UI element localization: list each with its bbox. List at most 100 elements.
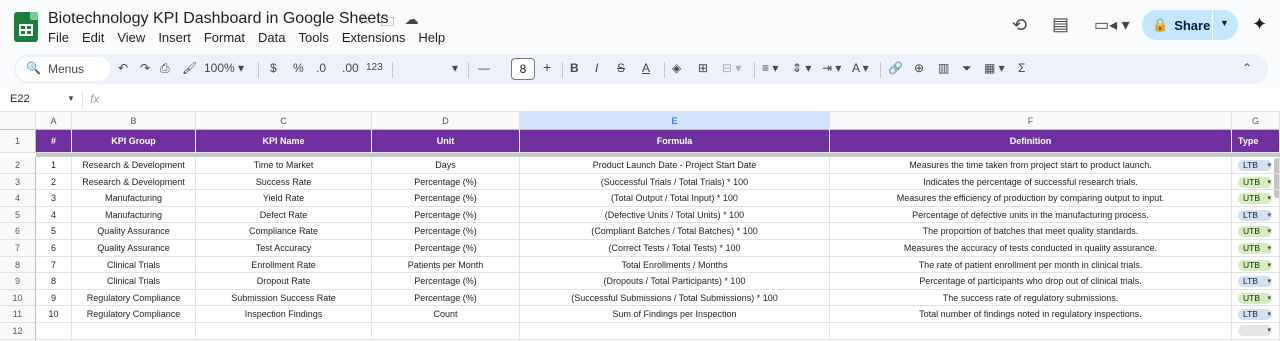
- cell-d4[interactable]: Percentage (%): [372, 190, 520, 207]
- cell-g10[interactable]: UTB: [1232, 289, 1280, 307]
- menu-insert[interactable]: Insert: [158, 30, 197, 45]
- cell-c2[interactable]: Time to Market: [196, 157, 372, 174]
- cell-f7[interactable]: Measures the accuracy of tests conducted…: [830, 240, 1232, 257]
- cell-a3[interactable]: 2: [36, 173, 72, 191]
- row-header-8[interactable]: 8: [0, 256, 36, 274]
- share-button[interactable]: 🔒 Share ▼: [1142, 10, 1238, 40]
- row-header-1[interactable]: 1: [0, 130, 36, 153]
- cell-d6[interactable]: Percentage (%): [372, 223, 520, 240]
- cell-g6[interactable]: UTB: [1232, 223, 1280, 240]
- cell-d7[interactable]: Percentage (%): [372, 240, 520, 257]
- type-dropdown-chip[interactable]: LTB: [1238, 309, 1272, 321]
- paint-format-icon[interactable]: 🖌: [182, 61, 197, 75]
- cell-e8[interactable]: Total Enrollments / Months: [520, 256, 830, 274]
- name-box[interactable]: E22: [10, 93, 30, 105]
- column-header-b[interactable]: B: [72, 112, 196, 130]
- cell-e5[interactable]: (Defective Units / Total Units) * 100: [520, 206, 830, 224]
- menu-edit[interactable]: Edit: [82, 30, 110, 45]
- cell-c7[interactable]: Test Accuracy: [196, 240, 372, 257]
- insert-comment-icon[interactable]: ⊕: [914, 61, 924, 75]
- insert-link-icon[interactable]: 🔗: [888, 61, 903, 75]
- header-cell-g[interactable]: Type: [1232, 130, 1280, 153]
- menu-extensions[interactable]: Extensions: [342, 30, 412, 45]
- cell-c10[interactable]: Submission Success Rate: [196, 289, 372, 307]
- cell-f8[interactable]: The rate of patient enrollment per month…: [830, 256, 1232, 274]
- cell-e4[interactable]: (Total Output / Total Input) * 100: [520, 190, 830, 207]
- column-header-c[interactable]: C: [196, 112, 372, 130]
- header-cell-c[interactable]: KPI Name: [196, 130, 372, 153]
- cell-g2[interactable]: LTB: [1232, 157, 1280, 174]
- vertical-align-icon[interactable]: ⇕ ▾: [792, 61, 811, 75]
- percent-format-button[interactable]: %: [293, 61, 304, 75]
- cell-d8[interactable]: Patients per Month: [372, 256, 520, 274]
- cell-c4[interactable]: Yield Rate: [196, 190, 372, 207]
- row-header-5[interactable]: 5: [0, 206, 36, 224]
- cell-e10[interactable]: (Successful Submissions / Total Submissi…: [520, 289, 830, 307]
- increase-decimal-button[interactable]: .00: [342, 61, 359, 75]
- cell-e12[interactable]: [520, 323, 830, 340]
- cell-b11[interactable]: Regulatory Compliance: [72, 306, 196, 323]
- filter-icon[interactable]: ⏷: [962, 61, 972, 76]
- cell-a8[interactable]: 7: [36, 256, 72, 274]
- cell-d2[interactable]: Days: [372, 157, 520, 174]
- cell-f3[interactable]: Indicates the percentage of successful r…: [830, 173, 1232, 191]
- cell-d10[interactable]: Percentage (%): [372, 289, 520, 307]
- cell-a12[interactable]: [36, 323, 72, 340]
- cell-d9[interactable]: Percentage (%): [372, 273, 520, 290]
- fill-color-icon[interactable]: ◈: [672, 61, 681, 75]
- type-dropdown-chip[interactable]: UTB: [1238, 193, 1272, 205]
- cell-d12[interactable]: [372, 323, 520, 340]
- header-cell-f[interactable]: Definition: [830, 130, 1232, 153]
- print-icon[interactable]: ⎙: [160, 61, 170, 76]
- header-cell-e[interactable]: Formula: [520, 130, 830, 153]
- cell-a9[interactable]: 8: [36, 273, 72, 290]
- cell-a11[interactable]: 10: [36, 306, 72, 323]
- name-box-dropdown-icon[interactable]: ▼: [67, 94, 75, 103]
- cell-f12[interactable]: [830, 323, 1232, 340]
- row-header-7[interactable]: 7: [0, 240, 36, 257]
- cell-g3[interactable]: UTB: [1232, 173, 1280, 191]
- zoom-select[interactable]: 100% ▾: [204, 61, 244, 75]
- increase-font-size-icon[interactable]: +: [543, 59, 551, 75]
- font-select-dropdown-icon[interactable]: ▾: [452, 61, 458, 75]
- cell-e6[interactable]: (Compliant Batches / Total Batches) * 10…: [520, 223, 830, 240]
- row-header-9[interactable]: 9: [0, 273, 36, 290]
- cell-e3[interactable]: (Successful Trials / Total Trials) * 100: [520, 173, 830, 191]
- row-header-2[interactable]: 2: [0, 157, 36, 174]
- cell-e11[interactable]: Sum of Findings per Inspection: [520, 306, 830, 323]
- cell-b12[interactable]: [72, 323, 196, 340]
- text-rotation-icon[interactable]: A ▾: [852, 61, 869, 75]
- italic-icon[interactable]: I: [595, 61, 598, 75]
- cell-f2[interactable]: Measures the time taken from project sta…: [830, 157, 1232, 174]
- header-cell-a[interactable]: #: [36, 130, 72, 153]
- cell-c9[interactable]: Dropout Rate: [196, 273, 372, 290]
- functions-icon[interactable]: Σ: [1018, 61, 1025, 75]
- cell-a4[interactable]: 3: [36, 190, 72, 207]
- cell-e2[interactable]: Product Launch Date - Project Start Date: [520, 157, 830, 174]
- cell-b5[interactable]: Manufacturing: [72, 206, 196, 224]
- cell-f11[interactable]: Total number of findings noted in regula…: [830, 306, 1232, 323]
- menu-view[interactable]: View: [117, 30, 151, 45]
- cell-b9[interactable]: Clinical Trials: [72, 273, 196, 290]
- cell-e7[interactable]: (Correct Tests / Total Tests) * 100: [520, 240, 830, 257]
- bold-icon[interactable]: B: [570, 61, 579, 75]
- text-color-icon[interactable]: A: [642, 61, 650, 75]
- strikethrough-icon[interactable]: S: [617, 61, 625, 75]
- menu-format[interactable]: Format: [204, 30, 251, 45]
- select-all-corner[interactable]: [0, 112, 36, 130]
- row-header-6[interactable]: 6: [0, 223, 36, 240]
- cell-b3[interactable]: Research & Development: [72, 173, 196, 191]
- cell-f6[interactable]: The proportion of batches that meet qual…: [830, 223, 1232, 240]
- horizontal-align-icon[interactable]: ≡ ▾: [762, 61, 778, 75]
- type-dropdown-chip[interactable]: LTB: [1238, 209, 1272, 221]
- row-header-11[interactable]: 11: [0, 306, 36, 323]
- type-dropdown-chip[interactable]: [1238, 325, 1272, 336]
- currency-format-button[interactable]: $: [270, 61, 277, 75]
- cell-b8[interactable]: Clinical Trials: [72, 256, 196, 274]
- undo-icon[interactable]: ↶: [118, 61, 128, 75]
- merge-cells-icon[interactable]: ⊟ ▾: [722, 61, 741, 75]
- spreadsheet-grid[interactable]: A B C D E F G 1 2 3 4 5 6 7 8 9 10 11 12 # KPI Group KPI Name…: [0, 112, 1280, 341]
- cell-a7[interactable]: 6: [36, 240, 72, 257]
- menu-help[interactable]: Help: [418, 30, 451, 45]
- cell-c12[interactable]: [196, 323, 372, 340]
